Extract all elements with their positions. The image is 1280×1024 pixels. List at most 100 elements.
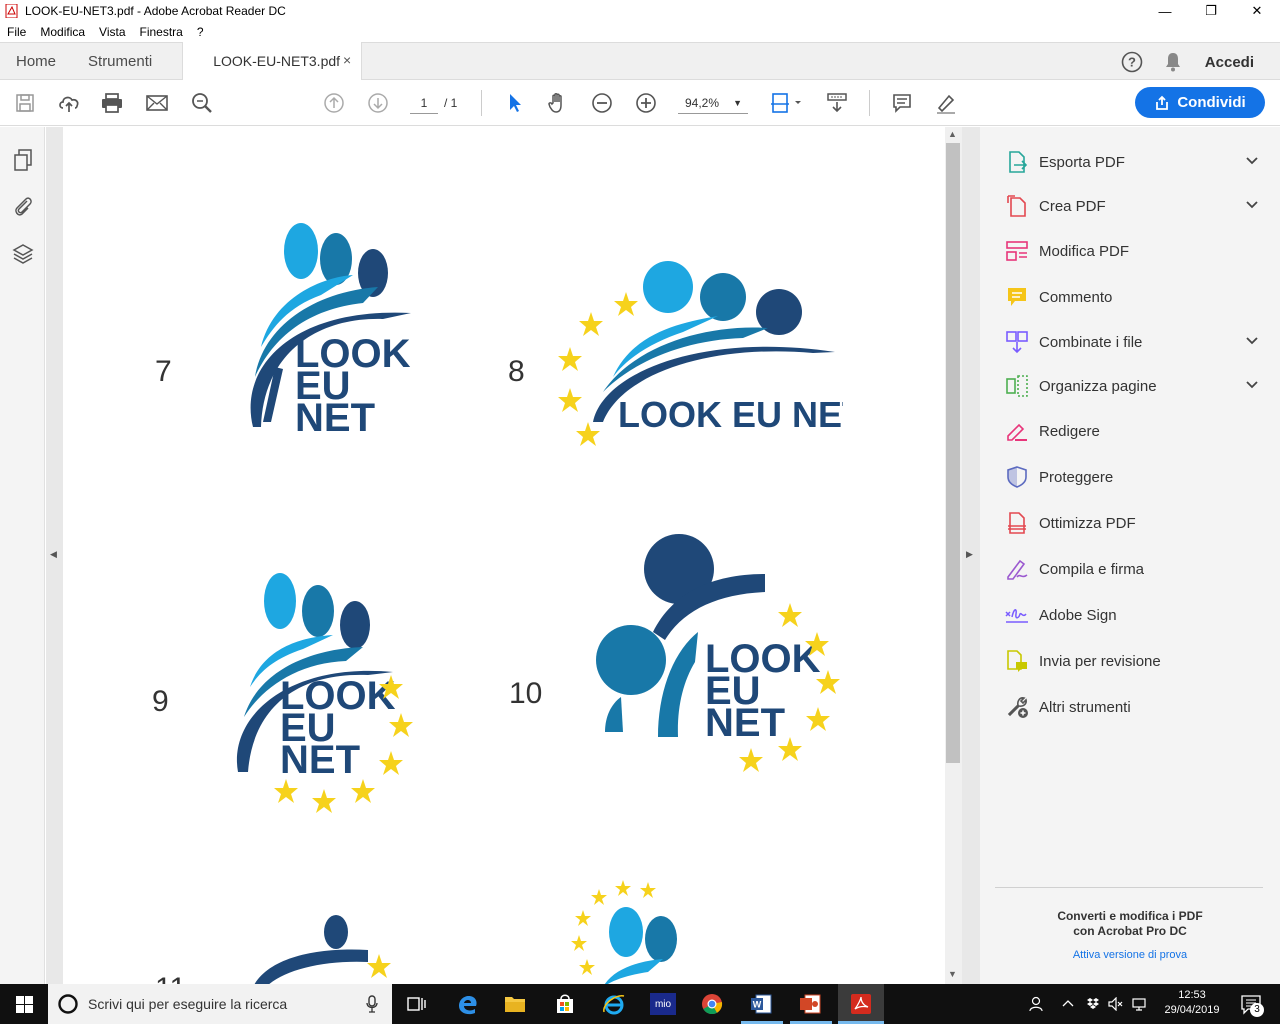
comment-tool-icon[interactable] (890, 91, 914, 115)
email-icon[interactable] (145, 91, 169, 115)
tool-edit-pdf[interactable]: Modifica PDF (1004, 236, 1264, 266)
pane-divider (995, 887, 1263, 888)
tool-export-pdf[interactable]: Esporta PDF (1004, 147, 1264, 177)
tool-optimize-pdf[interactable]: Ottimizza PDF (1004, 508, 1264, 538)
attachments-paperclip-icon[interactable] (10, 193, 36, 219)
document-scrollbar[interactable]: ▲ ▼ (945, 127, 962, 984)
word-icon[interactable]: W (747, 990, 775, 1018)
microphone-icon[interactable] (366, 995, 378, 1013)
scroll-up-arrow-icon[interactable]: ▲ (948, 129, 957, 139)
tool-more-tools[interactable]: Altri strumenti (1004, 692, 1264, 722)
network-icon[interactable] (1132, 997, 1148, 1011)
look-eu-net-logo-12 (571, 880, 677, 984)
restore-button[interactable]: ❐ (1188, 0, 1234, 22)
tool-redact[interactable]: Redigere (1004, 416, 1264, 446)
cloud-upload-icon[interactable] (57, 91, 81, 115)
mio-app-icon[interactable]: mio (649, 990, 677, 1018)
people-icon[interactable] (1028, 995, 1046, 1013)
edge-browser-icon[interactable] (453, 990, 481, 1018)
store-icon[interactable] (551, 990, 579, 1018)
chevron-down-icon[interactable] (1244, 197, 1260, 213)
task-view-icon[interactable] (402, 990, 430, 1018)
menu-modifica[interactable]: Modifica (33, 25, 92, 39)
notifications-bell-icon[interactable] (1163, 51, 1183, 73)
acrobat-app-icon (5, 4, 18, 18)
tool-comment[interactable]: Commento (1004, 282, 1264, 312)
scroll-down-arrow-icon[interactable]: ▼ (948, 969, 957, 979)
send-review-icon (1004, 648, 1030, 674)
next-page-icon[interactable] (366, 91, 390, 115)
chrome-icon[interactable] (698, 990, 726, 1018)
chevron-down-icon[interactable] (1244, 377, 1260, 393)
zoom-out-icon[interactable] (590, 91, 614, 115)
tool-send-review[interactable]: Invia per revisione (1004, 646, 1264, 676)
tool-fill-sign[interactable]: Compila e firma (1004, 554, 1264, 584)
tool-combine-files[interactable]: Combinate i file (1004, 327, 1264, 357)
tab-tools[interactable]: Strumenti (72, 42, 168, 80)
highlight-pen-icon[interactable] (934, 91, 958, 115)
start-button[interactable] (0, 984, 48, 1024)
svg-text:W: W (753, 1000, 762, 1010)
scroll-mode-icon[interactable] (825, 91, 849, 115)
powerpoint-icon[interactable] (796, 990, 824, 1018)
page-thumbnails-icon[interactable] (10, 147, 36, 173)
save-icon[interactable] (13, 91, 37, 115)
taskbar-search-box[interactable]: Scrivi qui per eseguire la ricerca (48, 984, 392, 1024)
tab-document[interactable]: LOOK-EU-NET3.pdf × (182, 42, 363, 80)
share-icon (1156, 95, 1169, 110)
menu-help[interactable]: ? (190, 25, 211, 39)
title-bar: LOOK-EU-NET3.pdf - Adobe Acrobat Reader … (0, 0, 1280, 22)
zoom-level-value: 94,2% (685, 96, 720, 110)
acrobat-taskbar-icon[interactable] (838, 984, 884, 1024)
signin-button[interactable]: Accedi (1205, 54, 1254, 71)
tab-bar: Home Strumenti LOOK-EU-NET3.pdf × ? Acce… (0, 42, 1280, 80)
windows-logo-icon (15, 995, 33, 1013)
dropbox-icon[interactable] (1086, 997, 1100, 1011)
left-navigation-rail (0, 127, 45, 984)
print-icon[interactable] (100, 91, 124, 115)
tool-create-pdf[interactable]: Crea PDF (1004, 191, 1264, 221)
layers-icon[interactable] (10, 241, 36, 267)
chevron-up-icon[interactable] (1062, 998, 1074, 1010)
pdf-page[interactable]: 7 8 9 10 11 LOOK EU NET (63, 127, 945, 984)
chevron-down-icon[interactable] (1244, 153, 1260, 169)
tool-label: Esporta PDF (1039, 153, 1125, 171)
select-cursor-icon[interactable] (503, 91, 527, 115)
help-icon[interactable]: ? (1121, 51, 1143, 73)
export-pdf-icon (1004, 149, 1030, 175)
minimize-button[interactable]: — (1142, 0, 1188, 22)
page-number-input[interactable]: 1 (410, 92, 438, 114)
tool-organize-pages[interactable]: Organizza pagine (1004, 371, 1264, 401)
tool-protect[interactable]: Proteggere (1004, 462, 1264, 492)
search-zoom-icon[interactable] (190, 91, 214, 115)
fit-page-icon[interactable] (768, 91, 804, 115)
zoom-level-select[interactable]: 94,2% ▼ (678, 92, 748, 114)
action-center-icon[interactable]: 3 (1237, 990, 1265, 1018)
zoom-in-icon[interactable] (634, 91, 658, 115)
logo-number-9: 9 (152, 685, 169, 718)
menu-file[interactable]: File (0, 25, 33, 39)
right-panel-collapse-handle[interactable]: ▶ (962, 127, 980, 984)
tool-adobe-sign[interactable]: Adobe Sign (1004, 600, 1264, 630)
share-button[interactable]: Condividi (1135, 87, 1265, 118)
scrollbar-thumb[interactable] (946, 143, 960, 763)
menu-vista[interactable]: Vista (92, 25, 132, 39)
volume-muted-icon[interactable] (1108, 997, 1124, 1011)
hand-tool-icon[interactable] (546, 91, 570, 115)
tab-home[interactable]: Home (0, 42, 72, 80)
taskbar-clock[interactable]: 12:53 29/04/2019 (1160, 988, 1224, 1018)
cortana-circle-icon (58, 994, 78, 1014)
left-panel-collapse-handle[interactable]: ◀ (46, 127, 63, 984)
promo-text: Converti e modifica i PDF con Acrobat Pr… (995, 909, 1265, 939)
previous-page-icon[interactable] (322, 91, 346, 115)
chevron-down-icon[interactable] (1244, 333, 1260, 349)
file-explorer-icon[interactable] (501, 990, 529, 1018)
tab-close-icon[interactable]: × (343, 52, 351, 68)
free-trial-link[interactable]: Attiva versione di prova (995, 949, 1265, 961)
optimize-pdf-icon (1004, 510, 1030, 536)
internet-explorer-icon[interactable] (600, 990, 628, 1018)
tool-label: Crea PDF (1039, 197, 1106, 215)
close-button[interactable]: ✕ (1234, 0, 1280, 22)
menu-finestra[interactable]: Finestra (133, 25, 190, 39)
window-controls: — ❐ ✕ (1142, 0, 1280, 22)
